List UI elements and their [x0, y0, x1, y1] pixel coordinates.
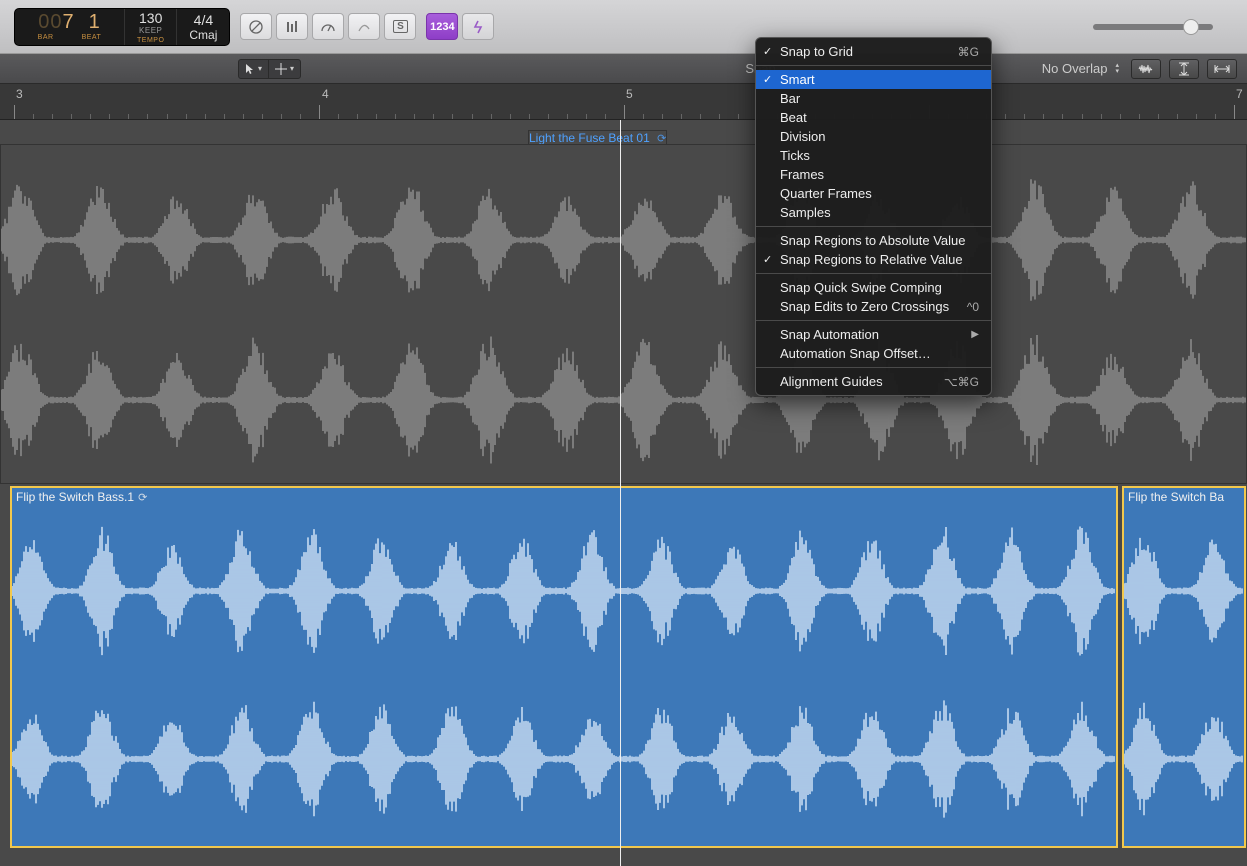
check-icon: ✓	[763, 45, 772, 58]
metronome-button[interactable]	[312, 13, 344, 40]
crosshair-tool[interactable]: ▾	[269, 60, 300, 78]
beat-number: 1	[89, 12, 101, 32]
horizontal-zoom-button[interactable]	[1207, 59, 1237, 79]
waveform-zoom-button[interactable]	[1131, 59, 1161, 79]
shortcut-label: ⌥⌘G	[944, 375, 979, 389]
menu-quarter-frames[interactable]: Quarter Frames	[756, 184, 991, 203]
solo-button[interactable]: S	[384, 13, 416, 40]
editor-toolbar: ▾ ▾ Snap No Overlap ▴▾	[0, 54, 1247, 84]
snap-menu: ✓ Snap to Grid⌘G ✓ Smart Bar Beat Divisi…	[755, 37, 992, 396]
lcd-position[interactable]: 007 1 BAR BEAT	[15, 9, 125, 45]
beat-label: BEAT	[82, 34, 102, 41]
menu-frames[interactable]: Frames	[756, 165, 991, 184]
playhead[interactable]	[620, 120, 621, 866]
lcd-display: 007 1 BAR BEAT 130 KEEP TEMPO 4/4 Cmaj	[14, 8, 230, 46]
menu-smart[interactable]: ✓ Smart	[756, 70, 991, 89]
lcd-key-sig[interactable]: 4/4 Cmaj	[177, 9, 229, 45]
menu-automation[interactable]: Snap Automation▶	[756, 325, 991, 344]
menu-separator	[756, 226, 991, 227]
region-bass-1-title: Flip the Switch Bass.1⟳	[16, 490, 147, 504]
region-bass-1[interactable]: Flip the Switch Bass.1⟳	[10, 486, 1118, 848]
snap-mode-button[interactable]: 1234	[426, 13, 458, 40]
lcd-tempo[interactable]: 130 KEEP TEMPO	[125, 9, 177, 45]
snap-mode-label: 1234	[430, 21, 454, 33]
shortcut-label: ^0	[967, 300, 979, 314]
bar-mark-7: 7	[1236, 87, 1243, 101]
flex-button[interactable]	[462, 13, 494, 40]
tracks-area[interactable]: Light the Fuse Beat 01 ⟳ Flip the Switch…	[0, 120, 1247, 866]
region-beat[interactable]	[0, 144, 1247, 484]
bar-number: 7	[63, 11, 75, 33]
menu-separator	[756, 273, 991, 274]
menu-ticks[interactable]: Ticks	[756, 146, 991, 165]
menu-guides[interactable]: Alignment Guides⌥⌘G	[756, 372, 991, 391]
menu-relative[interactable]: ✓Snap Regions to Relative Value	[756, 250, 991, 269]
tuner-button[interactable]	[276, 13, 308, 40]
menu-bar[interactable]: Bar	[756, 89, 991, 108]
zoom-slider-thumb[interactable]	[1183, 19, 1199, 35]
bar-leading: 00	[38, 11, 62, 33]
mode-buttons-2: 1234	[426, 13, 494, 40]
bar-mark-3: 3	[16, 87, 23, 101]
shortcut-label: ⌘G	[958, 45, 979, 59]
menu-separator	[756, 367, 991, 368]
bar-mark-4: 4	[322, 87, 329, 101]
stepper-icon: ▴▾	[1111, 63, 1123, 75]
tempo-mode: KEEP	[139, 26, 162, 35]
time-signature: 4/4	[194, 12, 213, 28]
menu-beat[interactable]: Beat	[756, 108, 991, 127]
check-icon: ✓	[763, 73, 772, 86]
region-link-text: Light the Fuse Beat 01	[529, 131, 650, 145]
timeline-ruler[interactable]: 3 4 5 7	[0, 84, 1247, 120]
loop-off-button[interactable]	[240, 13, 272, 40]
loop-icon: ⟳	[134, 492, 147, 504]
submenu-arrow-icon: ▶	[971, 329, 979, 340]
pointer-tool[interactable]: ▾	[239, 60, 269, 78]
menu-zero[interactable]: Snap Edits to Zero Crossings^0	[756, 297, 991, 316]
menu-comping[interactable]: Snap Quick Swipe Comping	[756, 278, 991, 297]
mode-buttons-1: S	[240, 13, 416, 40]
menu-absolute[interactable]: Snap Regions to Absolute Value	[756, 231, 991, 250]
overlap-value: No Overlap	[1042, 61, 1108, 76]
vertical-zoom-button[interactable]	[1169, 59, 1199, 79]
bar-mark-5: 5	[626, 87, 633, 101]
overlap-selector[interactable]: No Overlap ▴▾	[1042, 61, 1123, 76]
menu-samples[interactable]: Samples	[756, 203, 991, 222]
menu-separator	[756, 65, 991, 66]
menu-snap-to-grid[interactable]: ✓ Snap to Grid⌘G	[756, 42, 991, 61]
tempo-value: 130	[139, 10, 162, 26]
zoom-slider[interactable]	[1093, 24, 1213, 30]
count-in-button[interactable]	[348, 13, 380, 40]
check-icon: ✓	[763, 253, 772, 266]
region-bass-2-title: Flip the Switch Ba	[1128, 490, 1224, 504]
key-signature: Cmaj	[189, 28, 217, 42]
menu-offset[interactable]: Automation Snap Offset…	[756, 344, 991, 363]
transport-bar: 007 1 BAR BEAT 130 KEEP TEMPO 4/4 Cmaj	[0, 0, 1247, 54]
menu-separator	[756, 320, 991, 321]
menu-division[interactable]: Division	[756, 127, 991, 146]
region-bass-2[interactable]: Flip the Switch Ba	[1122, 486, 1246, 848]
tempo-label: TEMPO	[137, 37, 164, 44]
bar-label: BAR	[38, 34, 54, 41]
pointer-tool-selector[interactable]: ▾ ▾	[238, 59, 301, 79]
